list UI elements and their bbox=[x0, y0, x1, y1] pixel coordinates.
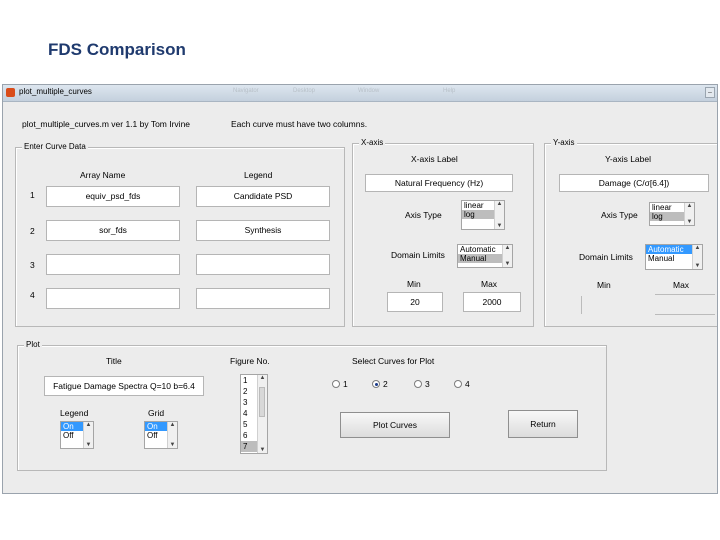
y-axis-label-input[interactable]: Damage (C/σ[6.4]) bbox=[559, 174, 709, 192]
y-axis-min-label: Min bbox=[597, 280, 611, 290]
y-axis-type-list[interactable]: linear log ▲ ▼ bbox=[649, 202, 695, 226]
row-index: 2 bbox=[30, 226, 35, 236]
array-name-input-2[interactable]: sor_fds bbox=[46, 220, 180, 241]
y-axis-type-label: Axis Type bbox=[601, 210, 638, 220]
scroll-thumb[interactable] bbox=[259, 387, 265, 417]
scrollbar[interactable]: ▲ ▼ bbox=[83, 422, 93, 448]
x-axis-panel-title: X-axis bbox=[359, 138, 386, 147]
scroll-up-icon[interactable]: ▲ bbox=[258, 375, 267, 381]
legend-label: Legend bbox=[60, 408, 89, 418]
x-axis-label-input[interactable]: Natural Frequency (Hz) bbox=[365, 174, 513, 192]
select-curves-label: Select Curves for Plot bbox=[352, 356, 435, 366]
version-text: plot_multiple_curves.m ver 1.1 by Tom Ir… bbox=[22, 119, 191, 129]
legend-input-4[interactable] bbox=[196, 288, 330, 309]
scrollbar[interactable]: ▲ ▼ bbox=[684, 203, 694, 225]
scroll-down-icon[interactable]: ▼ bbox=[84, 442, 93, 448]
curve-radio-2[interactable] bbox=[372, 380, 380, 388]
plot-title-label: Title bbox=[106, 356, 122, 366]
x-axis-max-label: Max bbox=[481, 279, 498, 289]
y-axis-panel: Y-axis Y-axis Label Damage (C/σ[6.4]) Ax… bbox=[544, 138, 717, 327]
scroll-up-icon[interactable]: ▲ bbox=[503, 245, 512, 251]
plot-curves-button[interactable]: Plot Curves bbox=[340, 412, 450, 438]
scrollbar[interactable]: ▲ ▼ bbox=[167, 422, 177, 448]
y-axis-max-field-edge bbox=[655, 314, 715, 315]
y-axis-domain-label: Domain Limits bbox=[579, 252, 633, 262]
x-axis-domain-label: Domain Limits bbox=[391, 250, 445, 260]
curve-radio-4[interactable] bbox=[454, 380, 462, 388]
y-axis-domain-list[interactable]: Automatic Manual ▲ ▼ bbox=[645, 244, 703, 270]
y-axis-max-field-edge bbox=[655, 294, 715, 295]
legend-list[interactable]: On Off ▲ ▼ bbox=[60, 421, 94, 449]
plot-panel-title: Plot bbox=[24, 340, 42, 349]
row-index: 3 bbox=[30, 260, 35, 270]
return-button[interactable]: Return bbox=[508, 410, 578, 438]
matlab-icon bbox=[6, 88, 15, 97]
x-axis-label-header: X-axis Label bbox=[411, 154, 458, 164]
radio-label: 2 bbox=[383, 379, 388, 389]
x-axis-max-input[interactable]: 2000 bbox=[463, 292, 521, 312]
scroll-up-icon[interactable]: ▲ bbox=[693, 245, 702, 251]
blurred-menu-item: Window bbox=[358, 88, 380, 94]
grid-list[interactable]: On Off ▲ ▼ bbox=[144, 421, 178, 449]
plot-title-input[interactable]: Fatigue Damage Spectra Q=10 b=6.4 bbox=[44, 376, 204, 396]
x-axis-type-label: Axis Type bbox=[405, 210, 442, 220]
array-name-input-1[interactable]: equiv_psd_fds bbox=[46, 186, 180, 207]
legend-header: Legend bbox=[244, 170, 273, 180]
y-axis-min-field-edge bbox=[581, 296, 582, 314]
scrollbar[interactable]: ▲ ▼ bbox=[502, 245, 512, 267]
x-axis-domain-list[interactable]: Automatic Manual ▲ ▼ bbox=[457, 244, 513, 268]
scroll-down-icon[interactable]: ▼ bbox=[693, 263, 702, 269]
minimize-icon[interactable]: – bbox=[705, 87, 715, 98]
curve-data-panel: Enter Curve Data Array Name Legend 1 equ… bbox=[15, 142, 345, 327]
figure-number-label: Figure No. bbox=[230, 356, 270, 366]
plot-panel: Plot Title Fatigue Damage Spectra Q=10 b… bbox=[17, 340, 607, 471]
row-index: 4 bbox=[30, 290, 35, 300]
array-name-header: Array Name bbox=[80, 170, 126, 180]
y-axis-label-header: Y-axis Label bbox=[605, 154, 651, 164]
curve-data-panel-title: Enter Curve Data bbox=[22, 142, 88, 151]
scrollbar[interactable]: ▲ ▼ bbox=[494, 201, 504, 229]
radio-label: 3 bbox=[425, 379, 430, 389]
scroll-down-icon[interactable]: ▼ bbox=[168, 442, 177, 448]
legend-input-1[interactable]: Candidate PSD bbox=[196, 186, 330, 207]
y-axis-max-label: Max bbox=[673, 280, 690, 290]
scroll-up-icon[interactable]: ▲ bbox=[168, 422, 177, 428]
scrollbar[interactable]: ▲ ▼ bbox=[692, 245, 702, 269]
blurred-menu-item: Navigator bbox=[233, 88, 259, 94]
slide-title: FDS Comparison bbox=[48, 40, 186, 59]
blurred-menu-item: Help bbox=[443, 88, 456, 94]
y-axis-panel-title: Y-axis bbox=[551, 138, 577, 147]
scroll-up-icon[interactable]: ▲ bbox=[495, 201, 504, 207]
x-axis-panel: X-axis X-axis Label Natural Frequency (H… bbox=[352, 138, 534, 327]
blurred-menu-item: Desktop bbox=[293, 88, 316, 94]
figure-number-list[interactable]: 1 2 3 4 5 6 7 ▲ ▼ bbox=[240, 374, 268, 454]
window-titlebar[interactable]: plot_multiple_curves Navigator Desktop W… bbox=[3, 85, 717, 102]
scroll-down-icon[interactable]: ▼ bbox=[503, 261, 512, 267]
legend-input-2[interactable]: Synthesis bbox=[196, 220, 330, 241]
curve-radio-3[interactable] bbox=[414, 380, 422, 388]
array-name-input-3[interactable] bbox=[46, 254, 180, 275]
radio-label: 1 bbox=[343, 379, 348, 389]
gui-window: plot_multiple_curves Navigator Desktop W… bbox=[2, 84, 718, 494]
array-name-input-4[interactable] bbox=[46, 288, 180, 309]
legend-input-3[interactable] bbox=[196, 254, 330, 275]
radio-label: 4 bbox=[465, 379, 470, 389]
scrollbar[interactable]: ▲ ▼ bbox=[257, 375, 267, 453]
grid-label: Grid bbox=[148, 408, 165, 418]
row-index: 1 bbox=[30, 190, 35, 200]
x-axis-type-list[interactable]: linear log ▲ ▼ bbox=[461, 200, 505, 230]
curve-radio-1[interactable] bbox=[332, 380, 340, 388]
window-title: plot_multiple_curves bbox=[19, 87, 92, 96]
note-text: Each curve must have two columns. bbox=[231, 119, 368, 129]
scroll-up-icon[interactable]: ▲ bbox=[84, 422, 93, 428]
scroll-down-icon[interactable]: ▼ bbox=[258, 447, 267, 453]
scroll-down-icon[interactable]: ▼ bbox=[685, 219, 694, 225]
x-axis-min-input[interactable]: 20 bbox=[387, 292, 443, 312]
scroll-down-icon[interactable]: ▼ bbox=[495, 223, 504, 229]
scroll-up-icon[interactable]: ▲ bbox=[685, 203, 694, 209]
x-axis-min-label: Min bbox=[407, 279, 421, 289]
